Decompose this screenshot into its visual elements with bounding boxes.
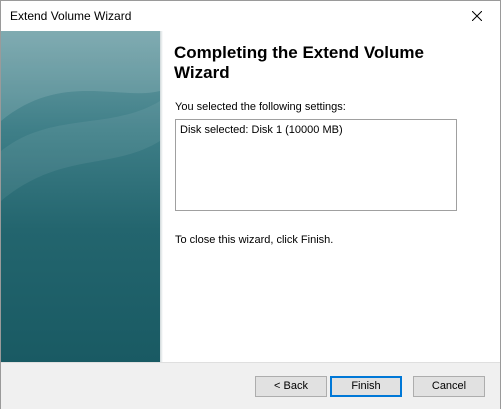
close-button[interactable] [454, 1, 500, 31]
back-button[interactable]: < Back [255, 376, 327, 397]
window-title: Extend Volume Wizard [10, 9, 132, 23]
banner-swoosh-graphic [1, 31, 160, 201]
content-area: Completing the Extend Volume Wizard [174, 43, 474, 83]
settings-line: Disk selected: Disk 1 (10000 MB) [180, 124, 343, 136]
cancel-button[interactable]: Cancel [413, 376, 485, 397]
button-footer: < Back Finish Cancel [1, 362, 500, 409]
settings-intro-text: You selected the following settings: [175, 101, 346, 113]
settings-summary-box[interactable]: Disk selected: Disk 1 (10000 MB) [175, 119, 457, 211]
finish-button[interactable]: Finish [330, 376, 402, 397]
title-bar: Extend Volume Wizard [1, 1, 500, 31]
page-title: Completing the Extend Volume Wizard [174, 43, 424, 82]
wizard-window: Extend Volume Wizard Completing the Exte… [0, 0, 501, 409]
close-icon [472, 11, 482, 21]
close-instruction-text: To close this wizard, click Finish. [175, 234, 334, 246]
sidebar-divider [160, 31, 163, 362]
wizard-sidebar-banner [1, 31, 160, 362]
